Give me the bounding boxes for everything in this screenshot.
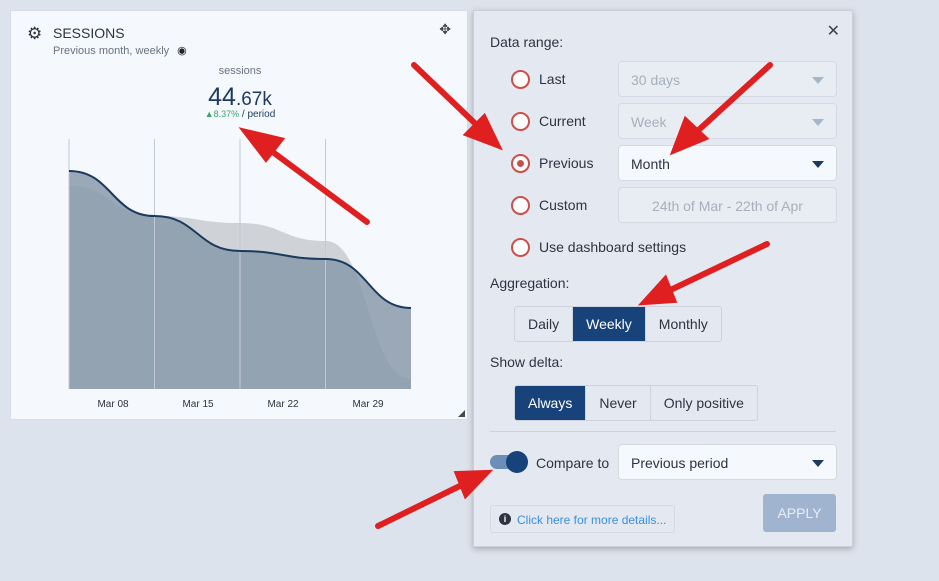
annotation-arrowhead	[637, 274, 678, 306]
annotation-arrows	[238, 62, 773, 529]
annotation-arrow	[259, 141, 370, 225]
annotation-arrowhead	[453, 469, 494, 500]
annotation-arrow	[411, 62, 485, 133]
annotation-arrow	[375, 479, 471, 529]
annotation-arrow	[659, 241, 770, 297]
annotation-arrow	[689, 62, 773, 139]
